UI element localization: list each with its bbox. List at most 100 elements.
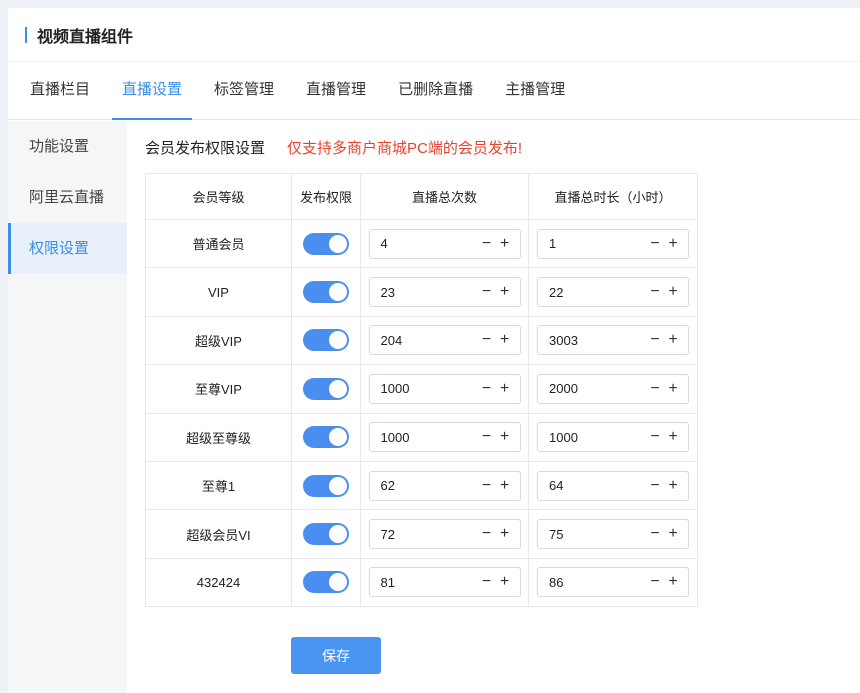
main-panel: 视频直播组件 直播栏目 直播设置 标签管理 直播管理 已删除直播 主播管理 功能…	[8, 8, 860, 693]
live-duration-value[interactable]: 3003	[538, 333, 646, 348]
live-duration-value[interactable]: 1000	[538, 430, 646, 445]
live-count-stepper[interactable]: 62 − +	[368, 470, 521, 501]
live-count-value[interactable]: 204	[370, 333, 478, 348]
increment-button[interactable]: +	[664, 230, 682, 258]
tab-live-management[interactable]: 直播管理	[290, 61, 382, 119]
increment-button[interactable]: +	[664, 278, 682, 306]
decrement-button[interactable]: −	[478, 568, 496, 596]
increment-button[interactable]: +	[496, 375, 514, 403]
decrement-button[interactable]: −	[478, 423, 496, 451]
decrement-button[interactable]: −	[478, 326, 496, 354]
column-header-permission: 发布权限	[291, 173, 361, 220]
decrement-button[interactable]: −	[646, 568, 664, 596]
tab-host-management[interactable]: 主播管理	[489, 61, 581, 119]
increment-button[interactable]: +	[664, 326, 682, 354]
toggle-knob	[329, 379, 347, 398]
increment-button[interactable]: +	[664, 472, 682, 500]
live-duration-stepper[interactable]: 3003 − +	[537, 325, 689, 356]
publish-permission-toggle[interactable]	[303, 232, 349, 255]
table-row: 超级VIP 204 − + 3003 − +	[145, 315, 698, 366]
publish-permission-toggle[interactable]	[303, 523, 349, 546]
decrement-button[interactable]: −	[478, 230, 496, 258]
live-count-value[interactable]: 23	[370, 285, 478, 300]
toggle-knob	[329, 234, 347, 253]
increment-button[interactable]: +	[496, 326, 514, 354]
tab-live-column[interactable]: 直播栏目	[14, 61, 106, 119]
publish-permission-toggle[interactable]	[303, 377, 349, 400]
decrement-button[interactable]: −	[646, 375, 664, 403]
live-duration-stepper[interactable]: 75 − +	[537, 519, 689, 550]
live-duration-value[interactable]: 86	[538, 575, 646, 590]
publish-permission-toggle[interactable]	[303, 329, 349, 352]
decrement-button[interactable]: −	[646, 230, 664, 258]
live-count-stepper[interactable]: 4 − +	[368, 228, 521, 259]
live-count-stepper[interactable]: 23 − +	[368, 277, 521, 308]
publish-permission-toggle[interactable]	[303, 281, 349, 304]
toggle-knob	[329, 573, 347, 592]
increment-button[interactable]: +	[496, 278, 514, 306]
decrement-button[interactable]: −	[478, 375, 496, 403]
live-count-value[interactable]: 62	[370, 478, 478, 493]
live-count-stepper[interactable]: 81 − +	[368, 567, 521, 598]
live-duration-value[interactable]: 22	[538, 285, 646, 300]
live-count-value[interactable]: 4	[370, 236, 478, 251]
page-title: 视频直播组件	[37, 28, 134, 46]
tab-tag-management[interactable]: 标签管理	[198, 61, 290, 119]
increment-button[interactable]: +	[664, 568, 682, 596]
table-row: 至尊1 62 − + 64 − +	[145, 460, 698, 511]
live-count-value[interactable]: 1000	[370, 430, 478, 445]
live-duration-stepper[interactable]: 22 − +	[537, 277, 689, 308]
member-level-cell: 至尊VIP	[145, 364, 292, 414]
increment-button[interactable]: +	[496, 472, 514, 500]
table-row: 至尊VIP 1000 − + 2000 − +	[145, 364, 698, 414]
decrement-button[interactable]: −	[646, 278, 664, 306]
live-count-value[interactable]: 81	[370, 575, 478, 590]
increment-button[interactable]: +	[496, 423, 514, 451]
publish-permission-toggle[interactable]	[303, 571, 349, 594]
live-count-stepper[interactable]: 1000 − +	[368, 422, 521, 453]
publish-permission-toggle[interactable]	[303, 426, 349, 449]
live-count-stepper[interactable]: 1000 − +	[368, 373, 521, 404]
live-duration-cell: 22 − +	[528, 267, 698, 317]
live-duration-value[interactable]: 2000	[538, 381, 646, 396]
decrement-button[interactable]: −	[478, 520, 496, 548]
save-button[interactable]: 保存	[291, 637, 381, 674]
decrement-button[interactable]: −	[646, 326, 664, 354]
member-level-cell: 超级会员VI	[145, 509, 292, 559]
increment-button[interactable]: +	[664, 520, 682, 548]
live-duration-value[interactable]: 64	[538, 478, 646, 493]
tab-live-settings[interactable]: 直播设置	[106, 61, 198, 120]
live-duration-stepper[interactable]: 1000 − +	[537, 422, 689, 453]
toggle-knob	[329, 476, 347, 495]
live-count-value[interactable]: 72	[370, 527, 478, 542]
live-duration-stepper[interactable]: 86 − +	[537, 567, 689, 598]
increment-button[interactable]: +	[664, 423, 682, 451]
live-count-stepper[interactable]: 204 − +	[368, 325, 521, 356]
live-count-stepper[interactable]: 72 − +	[368, 519, 521, 550]
decrement-button[interactable]: −	[646, 472, 664, 500]
table-row: 超级至尊级 1000 − + 1000 − +	[145, 412, 698, 462]
decrement-button[interactable]: −	[478, 472, 496, 500]
sidebar-item-aliyun-live[interactable]: 阿里云直播	[8, 172, 127, 223]
sidebar-item-permission-settings[interactable]: 权限设置	[8, 223, 127, 274]
live-count-value[interactable]: 1000	[370, 381, 478, 396]
increment-button[interactable]: +	[496, 230, 514, 258]
decrement-button[interactable]: −	[646, 520, 664, 548]
live-duration-stepper[interactable]: 64 − +	[537, 470, 689, 501]
sidebar-item-function-settings[interactable]: 功能设置	[8, 121, 127, 172]
table-header-row: 会员等级 发布权限 直播总次数 直播总时长（小时）	[145, 173, 698, 220]
permission-cell	[291, 509, 361, 559]
live-duration-stepper[interactable]: 1 − +	[537, 228, 689, 259]
live-duration-value[interactable]: 1	[538, 236, 646, 251]
content-area: 会员发布权限设置 仅支持多商户商城PC端的会员发布! 会员等级 发布权限 直播总…	[145, 121, 698, 674]
live-duration-stepper[interactable]: 2000 − +	[537, 373, 689, 404]
increment-button[interactable]: +	[496, 568, 514, 596]
decrement-button[interactable]: −	[646, 423, 664, 451]
increment-button[interactable]: +	[664, 375, 682, 403]
live-duration-value[interactable]: 75	[538, 527, 646, 542]
decrement-button[interactable]: −	[478, 278, 496, 306]
increment-button[interactable]: +	[496, 520, 514, 548]
permission-cell	[291, 557, 361, 608]
publish-permission-toggle[interactable]	[303, 474, 349, 497]
tab-deleted-live[interactable]: 已删除直播	[382, 61, 489, 119]
